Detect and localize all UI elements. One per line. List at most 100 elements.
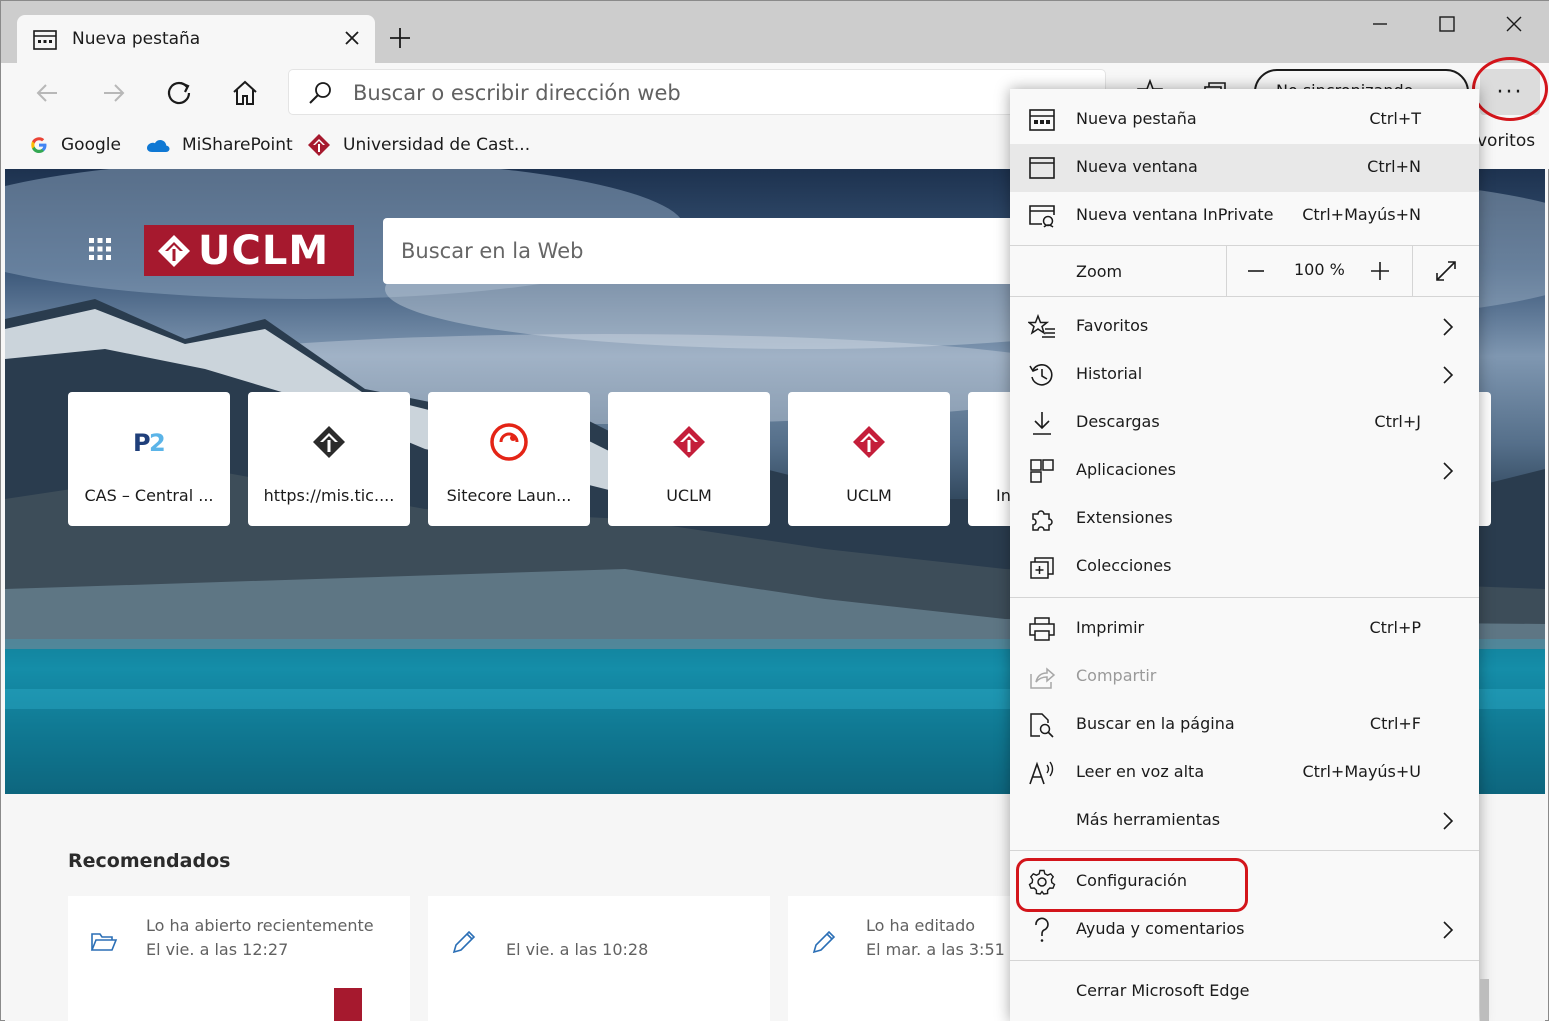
uclm-logo-text: UCLM — [198, 227, 330, 274]
menu-item-apps[interactable]: Aplicaciones — [1010, 447, 1479, 495]
folder-open-icon — [90, 933, 118, 951]
maximize-icon[interactable] — [1424, 9, 1470, 39]
recommended-card[interactable]: El vie. a las 10:28 — [428, 896, 770, 1021]
menu-scrollbar[interactable] — [1480, 979, 1489, 1021]
uclm-icon — [308, 134, 330, 156]
window-close-icon[interactable] — [1491, 9, 1537, 39]
menu-item-new-window[interactable]: Nueva ventana Ctrl+N — [1010, 144, 1479, 192]
zoom-row: Zoom 100 % — [1010, 246, 1479, 296]
quick-link-tile-sitecore[interactable]: Sitecore Laun... — [428, 392, 590, 526]
document-thumbnail — [334, 988, 362, 1021]
favorite-google[interactable]: Google — [29, 129, 121, 161]
quick-link-tile-edge[interactable] — [1479, 392, 1491, 526]
quick-link-tile-cas[interactable]: P2 CAS – Central ... — [68, 392, 230, 526]
fullscreen-button[interactable] — [1432, 258, 1460, 284]
menu-item-close-edge[interactable]: Cerrar Microsoft Edge — [1010, 968, 1479, 1016]
home-icon[interactable] — [227, 75, 263, 111]
back-arrow-icon[interactable] — [29, 75, 65, 111]
zoom-in-button[interactable] — [1365, 258, 1395, 284]
recommended-card[interactable]: Lo ha abierto recientemente El vie. a la… — [68, 896, 410, 1021]
menu-item-new-tab[interactable]: Nueva pestaña Ctrl+T — [1010, 96, 1479, 144]
menu-item-label: Ayuda y comentarios — [1076, 919, 1245, 938]
menu-item-shortcut: Ctrl+N — [1367, 157, 1421, 176]
other-favorites-label[interactable]: voritos — [1477, 131, 1535, 151]
menu-item-shortcut: Ctrl+P — [1369, 618, 1421, 637]
menu-item-label: Nueva pestaña — [1076, 109, 1197, 128]
new-tab-plus-icon[interactable] — [385, 23, 415, 53]
tile-label: UCLM — [846, 486, 892, 505]
sitecore-icon — [484, 420, 534, 464]
menu-item-label: Cerrar Microsoft Edge — [1076, 981, 1250, 1000]
menu-item-collections[interactable]: Colecciones — [1010, 543, 1479, 591]
new-tab-page-icon — [33, 30, 57, 50]
address-bar[interactable] — [288, 69, 1106, 115]
menu-item-label: Historial — [1076, 364, 1143, 383]
chevron-right-icon — [1443, 812, 1454, 830]
apps-icon — [1030, 459, 1054, 483]
menu-item-label: Extensiones — [1076, 508, 1173, 527]
plus-icon — [1371, 262, 1389, 280]
menu-item-favorites[interactable]: Favoritos — [1010, 303, 1479, 351]
browser-window: Nueva pestaña Buscar o escribir direcció… — [0, 0, 1549, 1021]
recommended-time: El vie. a las 10:28 — [506, 940, 649, 959]
menu-item-share: Compartir — [1010, 653, 1479, 701]
chevron-right-icon — [1443, 366, 1454, 384]
uclm-logo[interactable]: UCLM — [144, 225, 354, 276]
quick-link-tile-uclm[interactable]: UCLM — [608, 392, 770, 526]
apps-launcher-icon[interactable] — [87, 236, 113, 262]
web-search-input[interactable] — [401, 234, 1001, 268]
recommended-time: El vie. a las 12:27 — [146, 940, 289, 959]
chevron-right-icon — [1443, 921, 1454, 939]
menu-item-read-aloud[interactable]: Leer en voz alta Ctrl+Mayús+U — [1010, 749, 1479, 797]
quick-link-tile-uclm-2[interactable]: UCLM — [788, 392, 950, 526]
uclm-icon — [844, 420, 894, 464]
refresh-icon[interactable] — [161, 75, 197, 111]
inprivate-window-icon — [1029, 205, 1055, 228]
fullscreen-expand-icon — [1436, 261, 1456, 281]
tab-new-tab[interactable]: Nueva pestaña — [17, 15, 375, 65]
zoom-out-button[interactable] — [1241, 258, 1271, 284]
menu-item-find-on-page[interactable]: Buscar en la página Ctrl+F — [1010, 701, 1479, 749]
favorite-label: Google — [61, 135, 121, 155]
menu-item-label: Aplicaciones — [1076, 460, 1176, 479]
quick-link-tile-mis[interactable]: https://mis.tic.... — [248, 392, 410, 526]
read-aloud-icon — [1029, 761, 1054, 785]
menu-item-history[interactable]: Historial — [1010, 351, 1479, 399]
address-input[interactable] — [353, 78, 993, 108]
zoom-label: Zoom — [1076, 262, 1123, 281]
menu-item-label: Más herramientas — [1076, 810, 1221, 829]
recommended-title: Recomendados — [68, 850, 231, 872]
forward-arrow-icon[interactable] — [96, 75, 132, 111]
menu-item-help-feedback[interactable]: Ayuda y comentarios — [1010, 906, 1479, 954]
menu-item-extensions[interactable]: Extensiones — [1010, 495, 1479, 543]
zoom-divider — [1226, 246, 1227, 296]
menu-item-downloads[interactable]: Descargas Ctrl+J — [1010, 399, 1479, 447]
chevron-right-icon — [1443, 462, 1454, 480]
menu-item-inprivate-window[interactable]: Nueva ventana InPrivate Ctrl+Mayús+N — [1010, 192, 1479, 240]
favorite-misharepoint[interactable]: MiSharePoint — [146, 129, 293, 161]
favorites-list-icon — [1028, 314, 1055, 338]
web-search-box[interactable] — [383, 218, 1023, 284]
tile-label: Sitecore Laun... — [446, 486, 572, 505]
tab-strip: Nueva pestaña — [1, 1, 1549, 65]
close-tab-icon[interactable] — [339, 25, 365, 51]
favorite-label: MiSharePoint — [182, 135, 293, 155]
menu-item-label: Imprimir — [1076, 618, 1145, 637]
new-tab-icon — [1029, 109, 1055, 131]
tile-label: https://mis.tic.... — [263, 486, 395, 505]
tile-label: UCLM — [666, 486, 712, 505]
pencil-icon — [812, 930, 836, 954]
new-window-icon — [1029, 157, 1055, 179]
favorite-universidad[interactable]: Universidad de Cast... — [307, 129, 530, 161]
google-icon — [31, 137, 47, 153]
menu-item-label: Nueva ventana InPrivate — [1076, 205, 1274, 224]
menu-item-more-tools[interactable]: Más herramientas — [1010, 797, 1479, 845]
menu-item-shortcut: Ctrl+Mayús+U — [1302, 762, 1421, 781]
menu-item-print[interactable]: Imprimir Ctrl+P — [1010, 605, 1479, 653]
search-icon — [309, 82, 331, 104]
menu-item-shortcut: Ctrl+F — [1369, 714, 1421, 733]
p2-icon: P2 — [124, 420, 174, 464]
minimize-icon[interactable] — [1357, 9, 1403, 39]
uclm-icon — [664, 420, 714, 464]
share-icon — [1030, 667, 1056, 689]
